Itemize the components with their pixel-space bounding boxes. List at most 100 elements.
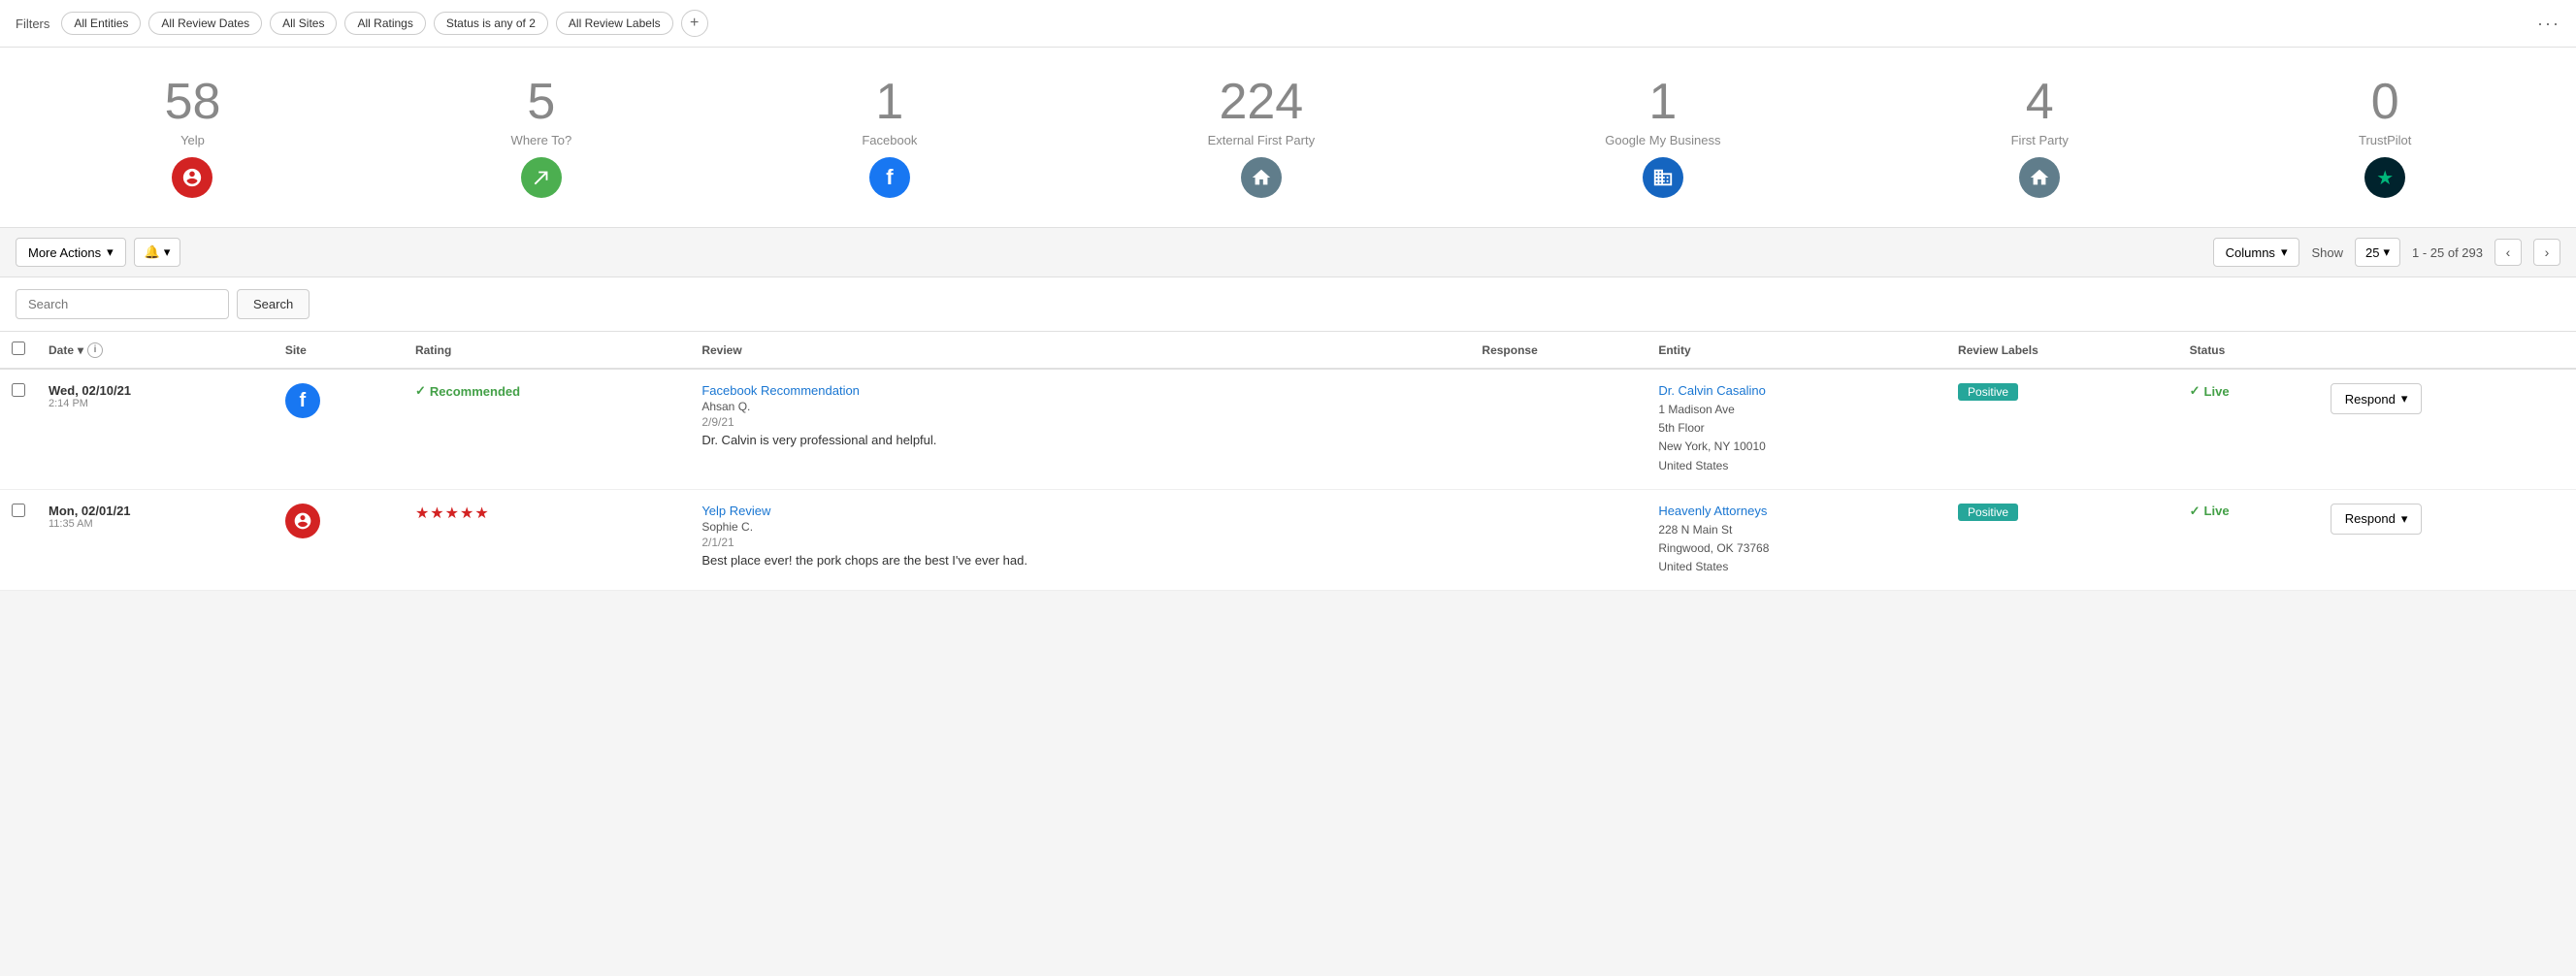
filter-chip-dates[interactable]: All Review Dates: [148, 12, 262, 35]
yelp-icon: [172, 157, 212, 198]
stat-label-firstparty: First Party: [2011, 133, 2069, 147]
stat-label-yelp: Yelp: [180, 133, 205, 147]
firstparty-icon: [2019, 157, 2060, 198]
table-row: Wed, 02/10/21 2:14 PM f ✓ Recommended Fa…: [0, 369, 2576, 489]
row2-checkbox[interactable]: [12, 504, 25, 517]
row1-review-title[interactable]: Facebook Recommendation: [701, 383, 860, 398]
date-sort-icon: ▾: [78, 343, 83, 357]
rating-column-header: Rating: [404, 332, 690, 369]
entity-column-header: Entity: [1647, 332, 1946, 369]
row2-entity-name[interactable]: Heavenly Attorneys: [1658, 504, 1767, 518]
filter-chip-labels[interactable]: All Review Labels: [556, 12, 673, 35]
review-column-header: Review: [690, 332, 1470, 369]
row1-review-author: Ahsan Q.: [701, 400, 1458, 413]
row2-review-text: Best place ever! the pork chops are the …: [701, 553, 1458, 568]
row2-date: Mon, 02/01/21: [49, 504, 262, 518]
row1-response-cell: [1470, 369, 1647, 489]
row2-status-cell: ✓ Live: [2178, 489, 2319, 591]
filter-chip-entities[interactable]: All Entities: [61, 12, 141, 35]
checkmark-icon: ✓: [415, 383, 426, 399]
row1-status-cell: ✓ Live: [2178, 369, 2319, 489]
search-bar: Search: [0, 277, 2576, 332]
stat-number-gmb: 1: [1648, 77, 1677, 127]
stat-gmb[interactable]: 1 Google My Business: [1605, 77, 1720, 198]
stat-number-facebook: 1: [875, 77, 903, 127]
stat-whereto[interactable]: 5 Where To?: [511, 77, 572, 198]
stat-label-facebook: Facebook: [862, 133, 917, 147]
row1-site-icon: f: [285, 383, 320, 418]
row1-checkbox-cell: [0, 369, 37, 489]
row1-respond-button[interactable]: Respond ▾: [2331, 383, 2423, 414]
stat-label-trustpilot: TrustPilot: [2359, 133, 2411, 147]
row2-respond-button[interactable]: Respond ▾: [2331, 504, 2423, 535]
row1-label-badge: Positive: [1958, 383, 2018, 401]
row1-entity-cell: Dr. Calvin Casalino 1 Madison Ave5th Flo…: [1647, 369, 1946, 489]
row2-rating-stars: ★★★★★: [415, 504, 678, 523]
stat-external[interactable]: 224 External First Party: [1208, 77, 1316, 198]
facebook-icon: f: [869, 157, 910, 198]
date-info-icon: i: [87, 342, 103, 358]
show-label: Show: [2311, 245, 2343, 260]
next-page-button[interactable]: ›: [2533, 239, 2560, 266]
toolbar: More Actions ▾ 🔔 ▾ Columns ▾ Show 25 ▾ 1…: [0, 228, 2576, 277]
columns-chevron-icon: ▾: [2281, 244, 2288, 260]
show-select-button[interactable]: 25 ▾: [2355, 238, 2400, 267]
row1-entity-name[interactable]: Dr. Calvin Casalino: [1658, 383, 1766, 398]
row2-entity-cell: Heavenly Attorneys 228 N Main StRingwood…: [1647, 489, 1946, 591]
gmb-icon: [1643, 157, 1683, 198]
search-input[interactable]: [16, 289, 229, 319]
respond-chevron-icon-2: ▾: [2401, 511, 2408, 527]
filters-label: Filters: [16, 16, 49, 31]
stat-facebook[interactable]: 1 Facebook f: [862, 77, 917, 198]
respond-chevron-icon: ▾: [2401, 391, 2408, 407]
row2-entity-address: 228 N Main StRingwood, OK 73768United St…: [1658, 521, 1935, 577]
add-filter-button[interactable]: +: [681, 10, 708, 37]
status-column-header: Status: [2178, 332, 2319, 369]
row2-review-author: Sophie C.: [701, 520, 1458, 534]
reviews-table: Date ▾ i Site Rating Review Response Ent…: [0, 332, 2576, 591]
stat-yelp[interactable]: 58 Yelp: [165, 77, 221, 198]
prev-page-button[interactable]: ‹: [2494, 239, 2522, 266]
bell-button[interactable]: 🔔 ▾: [134, 238, 181, 267]
row2-time: 11:35 AM: [49, 518, 262, 530]
filter-chip-ratings[interactable]: All Ratings: [344, 12, 425, 35]
site-column-header: Site: [274, 332, 404, 369]
row1-site-cell: f: [274, 369, 404, 489]
row1-actions-cell: Respond ▾: [2319, 369, 2576, 489]
toolbar-right: Columns ▾ Show 25 ▾ 1 - 25 of 293 ‹ ›: [2213, 238, 2560, 267]
more-actions-button[interactable]: More Actions ▾: [16, 238, 126, 267]
table-header-row: Date ▾ i Site Rating Review Response Ent…: [0, 332, 2576, 369]
stat-firstparty[interactable]: 4 First Party: [2011, 77, 2069, 198]
review-labels-column-header: Review Labels: [1946, 332, 2178, 369]
bell-chevron-icon: ▾: [164, 244, 171, 260]
actions-column-header: [2319, 332, 2576, 369]
row2-checkbox-cell: [0, 489, 37, 591]
row1-labels-cell: Positive: [1946, 369, 2178, 489]
show-value: 25: [2365, 245, 2379, 260]
stat-number-whereto: 5: [527, 77, 555, 127]
row2-labels-cell: Positive: [1946, 489, 2178, 591]
filter-chip-sites[interactable]: All Sites: [270, 12, 337, 35]
select-all-checkbox[interactable]: [12, 342, 25, 355]
stats-row: 58 Yelp 5 Where To? 1 Facebook f 224 Ext…: [0, 48, 2576, 228]
row1-checkbox[interactable]: [12, 383, 25, 397]
columns-button[interactable]: Columns ▾: [2213, 238, 2300, 267]
date-column-header[interactable]: Date ▾ i: [37, 332, 274, 369]
search-button[interactable]: Search: [237, 289, 310, 319]
row1-entity-address: 1 Madison Ave5th FloorNew York, NY 10010…: [1658, 401, 1935, 475]
bell-icon: 🔔: [145, 244, 160, 260]
row1-review-date: 2/9/21: [701, 415, 1458, 429]
more-actions-chevron-icon: ▾: [107, 244, 114, 260]
filter-chip-status[interactable]: Status is any of 2: [434, 12, 548, 35]
row2-response-cell: [1470, 489, 1647, 591]
filter-more-button[interactable]: ···: [2537, 14, 2560, 34]
stat-trustpilot[interactable]: 0 TrustPilot ★: [2359, 77, 2411, 198]
row1-review-cell: Facebook Recommendation Ahsan Q. 2/9/21 …: [690, 369, 1470, 489]
row2-review-title[interactable]: Yelp Review: [701, 504, 770, 518]
stat-number-trustpilot: 0: [2371, 77, 2399, 127]
stat-label-gmb: Google My Business: [1605, 133, 1720, 147]
live-check-icon: ✓: [2190, 383, 2201, 399]
whereto-icon: [521, 157, 562, 198]
live-check-icon-2: ✓: [2190, 504, 2201, 519]
row2-site-cell: [274, 489, 404, 591]
